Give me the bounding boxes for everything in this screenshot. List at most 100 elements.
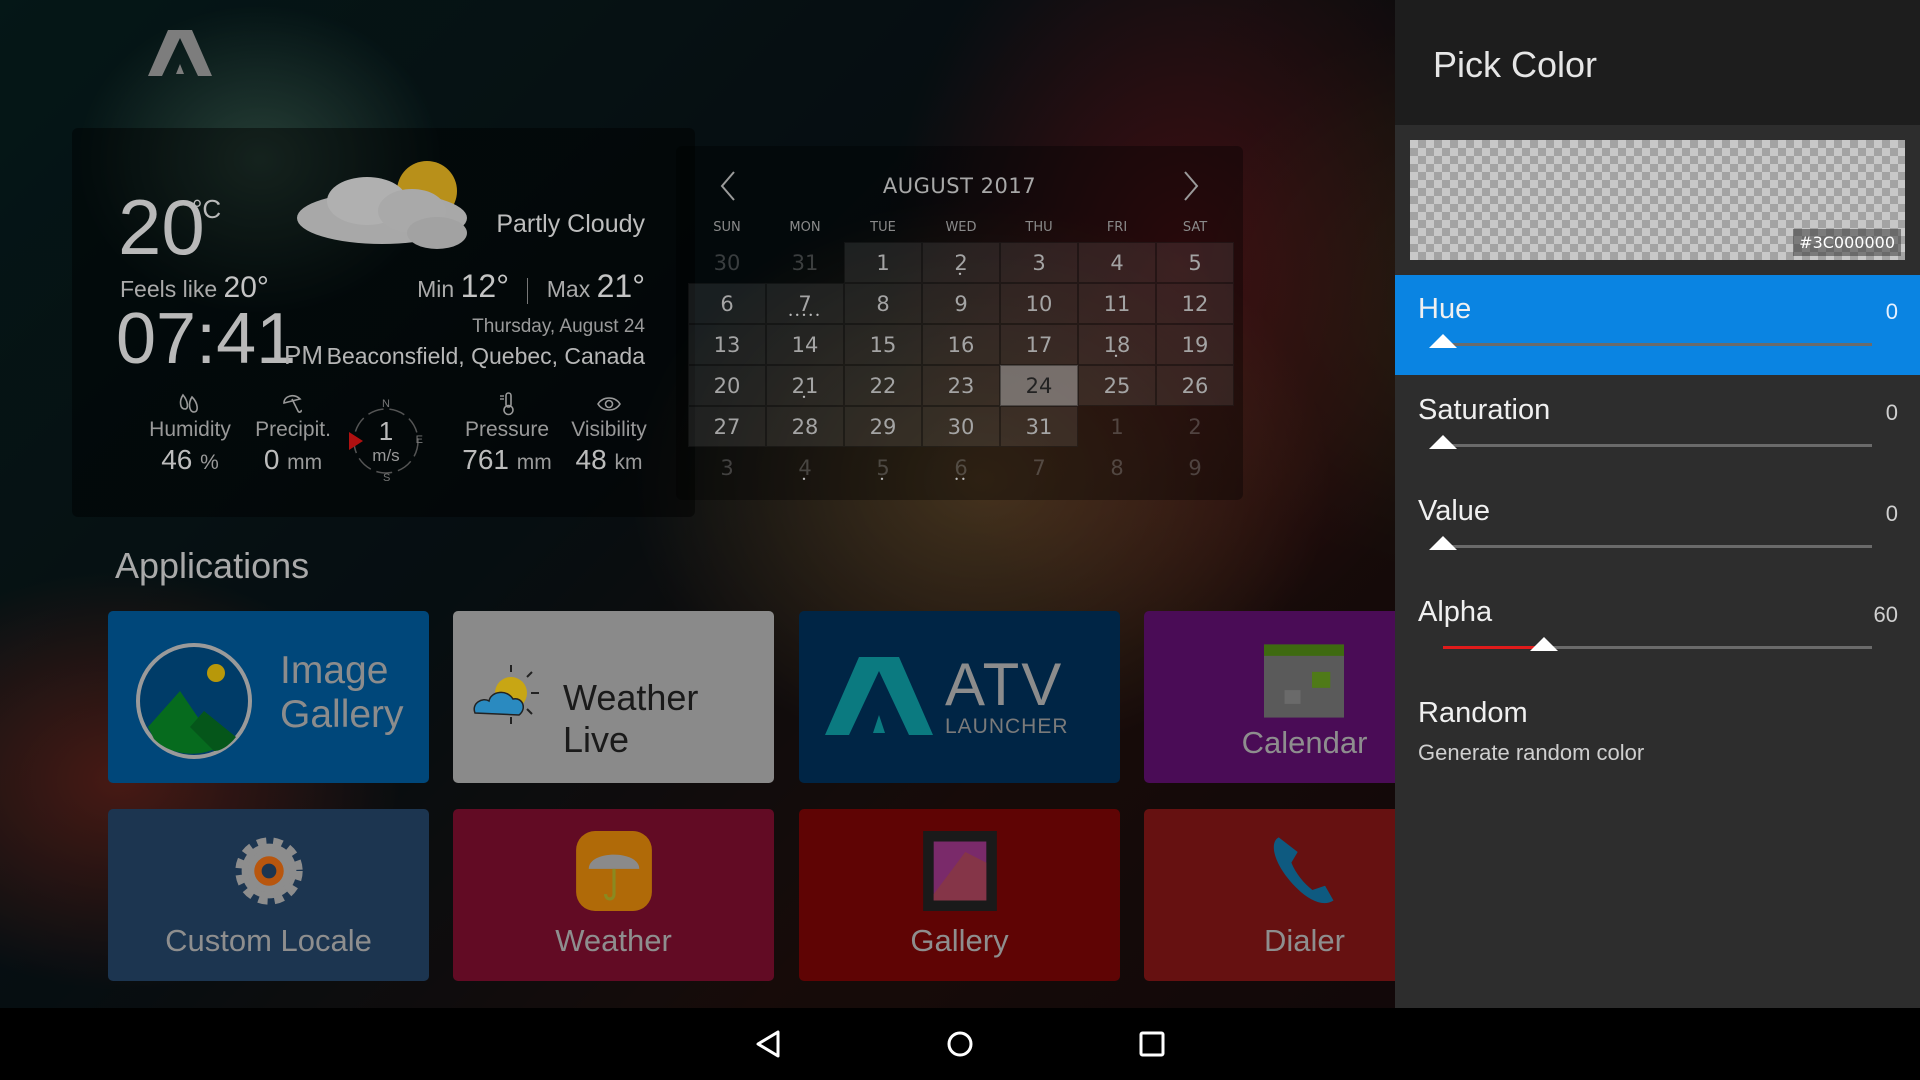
atv-logo-icon <box>825 657 933 735</box>
app-tile-weather[interactable]: Weather <box>453 809 774 981</box>
calendar-day[interactable]: 30 <box>688 242 766 283</box>
humidity-unit: % <box>200 451 219 474</box>
tile-label: Image Gallery <box>280 649 404 737</box>
calendar-day[interactable]: 17 <box>1000 324 1078 365</box>
recents-icon[interactable] <box>1134 1026 1170 1062</box>
slider-thumb[interactable] <box>1529 637 1558 651</box>
slider-thumb[interactable] <box>1429 536 1457 550</box>
atv-launcher-logo-icon <box>148 30 212 76</box>
slider-track[interactable] <box>1429 435 1872 449</box>
slider-value[interactable]: Value 0 <box>1395 477 1920 577</box>
compass-n: N <box>382 398 390 410</box>
slider-saturation[interactable]: Saturation 0 <box>1395 376 1920 476</box>
calendar-day[interactable]: 4 • <box>766 447 844 488</box>
home-icon[interactable] <box>942 1026 978 1062</box>
slider-alpha[interactable]: Alpha 60 <box>1395 578 1920 678</box>
clock-time: 07:41 <box>116 299 297 379</box>
calendar-day[interactable]: 12 <box>1156 283 1234 324</box>
umbrella-app-icon <box>575 831 652 911</box>
random-color-option[interactable]: Random Generate random color <box>1418 697 1644 766</box>
calendar-day[interactable]: 9 <box>1156 447 1234 488</box>
calendar-day[interactable]: 29 <box>844 406 922 447</box>
umbrella-icon <box>283 394 302 413</box>
calendar-day[interactable]: 2 • <box>922 242 1000 283</box>
app-tile-atv-launcher[interactable]: ATV LAUNCHER <box>799 611 1120 783</box>
back-icon[interactable] <box>750 1026 786 1062</box>
stat-label: Precipit. <box>255 418 331 441</box>
slider-thumb[interactable] <box>1429 435 1457 449</box>
slider-track[interactable] <box>1429 536 1872 550</box>
slider-label: Saturation <box>1418 394 1551 426</box>
calendar-day[interactable]: 8 <box>844 283 922 324</box>
calendar-day[interactable]: 3 <box>1000 242 1078 283</box>
calendar-month-title: AUGUST 2017 <box>882 174 1037 198</box>
weekday: SUN <box>713 220 741 235</box>
slider-track[interactable] <box>1443 637 1872 651</box>
event-dots: •• <box>954 475 968 484</box>
calendar-day[interactable]: 23 <box>922 365 1000 406</box>
calendar-day[interactable]: 6 <box>688 283 766 324</box>
calendar-day[interactable]: 19 <box>1156 324 1234 365</box>
eye-icon <box>597 397 621 411</box>
day-number: 2 <box>1188 414 1202 439</box>
calendar-day[interactable]: 5 <box>1156 242 1234 283</box>
calendar-day[interactable]: 30 <box>922 406 1000 447</box>
calendar-day[interactable]: 27 <box>688 406 766 447</box>
day-number: 9 <box>954 291 968 316</box>
wind-unit: m/s <box>372 446 400 465</box>
day-number: 13 <box>713 332 741 357</box>
calendar-day[interactable]: 5 • <box>844 447 922 488</box>
calendar-day[interactable]: 6 •• <box>922 447 1000 488</box>
calendar-day[interactable]: 7 ••••• <box>766 283 844 324</box>
calendar-day[interactable]: 20 <box>688 365 766 406</box>
app-tile-image-gallery[interactable]: Image Gallery <box>108 611 429 783</box>
calendar-day[interactable]: 13 <box>688 324 766 365</box>
slider-thumb[interactable] <box>1429 334 1457 348</box>
weekday: SAT <box>1182 220 1208 235</box>
calendar-day[interactable]: 11 <box>1078 283 1156 324</box>
slider-fill <box>1443 646 1544 649</box>
compass-s: S <box>383 472 391 484</box>
weather-widget[interactable]: 20 °C Partly Cloudy Feels like 20° Min 1… <box>72 128 695 517</box>
chevron-right-icon[interactable] <box>1179 168 1203 204</box>
calendar-day[interactable]: 2 <box>1156 406 1234 447</box>
app-tile-custom-locale[interactable]: Custom Locale <box>108 809 429 981</box>
calendar-day[interactable]: 9 <box>922 283 1000 324</box>
slider-label: Hue <box>1418 293 1472 325</box>
launcher-wordmark: LAUNCHER <box>945 715 1069 738</box>
calendar-day[interactable]: 31 <box>1000 406 1078 447</box>
app-tile-weather-live[interactable]: Weather Live <box>453 611 774 783</box>
day-number: 23 <box>947 373 975 398</box>
calendar-day[interactable]: 14 <box>766 324 844 365</box>
event-dots: ••••• <box>788 311 822 320</box>
min-max: Min 12° Max 21° <box>417 268 645 305</box>
calendar-day[interactable]: 8 <box>1078 447 1156 488</box>
calendar-day[interactable]: 3 <box>688 447 766 488</box>
day-number: 6 <box>720 291 734 316</box>
calendar-day[interactable]: 15 <box>844 324 922 365</box>
slider-hue[interactable]: Hue 0 <box>1395 275 1920 375</box>
calendar-day[interactable]: 26 <box>1156 365 1234 406</box>
calendar-day[interactable]: 22 <box>844 365 922 406</box>
app-tile-gallery[interactable]: Gallery <box>799 809 1120 981</box>
day-number: 7 <box>1032 455 1046 480</box>
calendar-grid: 30 31 1 2 • 3 4 5 6 7 ••••• 8 9 10 11 12 13 14 15 16 17 18 • 19… <box>688 242 1234 488</box>
calendar-day-today[interactable]: 24 <box>1000 365 1078 406</box>
slider-track[interactable] <box>1429 334 1872 348</box>
calendar-day[interactable]: 7 <box>1000 447 1078 488</box>
calendar-day[interactable]: 1 <box>844 242 922 283</box>
calendar-day[interactable]: 28 <box>766 406 844 447</box>
calendar-day[interactable]: 16 <box>922 324 1000 365</box>
calendar-day[interactable]: 4 <box>1078 242 1156 283</box>
calendar-day[interactable]: 10 <box>1000 283 1078 324</box>
calendar-day[interactable]: 25 <box>1078 365 1156 406</box>
stat-humidity: Humidity 46 % <box>135 390 245 476</box>
phone-icon <box>1273 837 1334 904</box>
calendar-day[interactable]: 31 <box>766 242 844 283</box>
visibility-unit: km <box>614 451 643 474</box>
calendar-day[interactable]: 1 <box>1078 406 1156 447</box>
day-number: 25 <box>1103 373 1131 398</box>
calendar-day[interactable]: 21 • <box>766 365 844 406</box>
calendar-day[interactable]: 18 • <box>1078 324 1156 365</box>
day-number: 15 <box>869 332 897 357</box>
